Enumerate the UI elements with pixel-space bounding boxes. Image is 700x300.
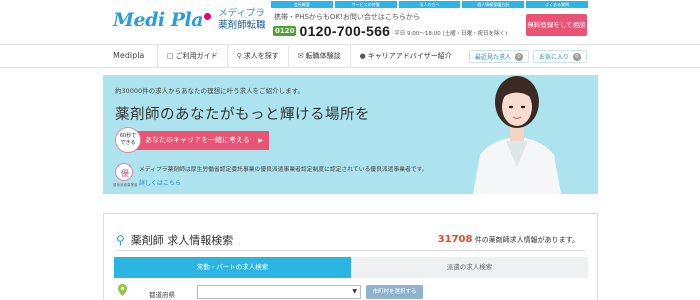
hero-note: 約30000件の求人からあなたの理想に叶う求人をご紹介します。 [115,87,305,95]
person-icon: ● [359,52,366,60]
job-count-number: 31708 [437,234,473,245]
top-nav: 会社概要 サービスの特徴 法人の方へ 個人情報保護方針 よくある質問 [271,1,588,8]
subnav-item-label: 求人を探す [243,52,279,60]
prefecture-select[interactable]: ▼ [197,285,361,299]
badge-line2: できる [120,140,136,146]
pharmacist-photo [462,75,572,194]
sixty-seconds-badge: 60秒で できる [115,127,141,153]
divider [116,250,585,251]
location-pin-icon [118,284,127,296]
certification-details-link[interactable]: 詳しくはこちら [139,178,181,187]
favorites-button[interactable]: お気に入り 0 [532,50,587,63]
logo-sub-line2: 薬剤師転職 [218,20,266,31]
subnav-item-label: キャリアアドバイザー紹介 [367,52,452,60]
subnav-item-stories[interactable]: ✉ 転職体験談 [287,45,350,67]
recent-jobs-button[interactable]: 最近見た求人 0 [468,50,529,63]
phone-row: 0120 0120-700-566 平日 9:00～18:00 (土曜・日曜・祝… [273,23,507,39]
search-title-row: ⚲ 薬剤師 求人情報検索 [116,232,233,248]
tab-dispatch[interactable]: 派遣の求人検索 [351,257,588,278]
subnav-item-label: 転職体験談 [305,52,341,60]
phone-number[interactable]: 0120-700-566 [299,23,390,39]
search-title: 薬剤師 求人情報検索 [130,234,234,247]
freedial-icon: 0120 [273,26,297,36]
magnifier-icon: ⚲ [116,233,125,247]
badge-line1: 60秒で [119,133,137,139]
subnav-item-guide[interactable]: □ ご利用ガイド [157,45,227,67]
top-nav-faq[interactable]: よくある質問 [526,1,588,8]
job-count: 31708 件の薬剤師求人情報があります。 [438,234,579,245]
subnav-item-label: ご利用ガイド [175,52,218,60]
tab-fulltime-parttime[interactable]: 常勤・パートの求人検索 [114,257,351,278]
subnav-right: 最近見た求人 0 お気に入り 0 [468,50,587,63]
chat-icon: ✉ [297,52,304,60]
top-nav-company[interactable]: 会社概要 [271,1,333,8]
logo-wordmark: Medi Pla [113,9,204,31]
sub-nav: Medipla □ ご利用ガイド ⚲ 求人を探す ✉ 転職体験談 ● キャリアア… [0,44,700,68]
phone-note: 携帯・PHSからもOK!お問い合せはこちらから [274,13,420,21]
favorites-count: 0 [573,52,581,61]
top-nav-privacy[interactable]: 個人情報保護方針 [462,1,525,8]
site-header: Medi Pla メディプラ 薬剤師転職 会社概要 サービスの特徴 法人の方へ … [0,0,700,51]
logo-subtitle: メディプラ 薬剤師転職 [218,8,266,32]
certification-text: メディプラ薬剤師は厚生労働省認定委託事業の優良派遣事業者認定制度に認定されている… [139,167,428,173]
career-consult-button[interactable]: あなたのキャリアを一緒に考える ▶ [133,131,269,150]
top-nav-features[interactable]: サービスの特徴 [334,1,397,8]
prefecture-label: 都道府県 [149,291,175,299]
subnav-item-advisors[interactable]: ● キャリアアドバイザー紹介 [349,45,461,67]
arrow-right-icon: ▶ [258,137,263,144]
select-municipality-button[interactable]: 市町村を選択する [366,285,423,299]
subnav-brand[interactable]: Medipla [113,51,144,60]
recent-jobs-count: 0 [514,52,523,61]
site-logo[interactable]: Medi Pla メディプラ 薬剤師転職 [113,8,266,32]
phone-hours: 平日 9:00～18:00 (土曜・日曜・祝日を除く) [394,30,508,37]
job-count-suffix: 件の薬剤師求人情報があります。 [474,236,579,244]
subnav-items: □ ご利用ガイド ⚲ 求人を探す ✉ 転職体験談 ● キャリアアドバイザー紹介 [157,45,461,67]
free-register-button[interactable]: 無料登録をして相談する [526,14,587,51]
career-consult-label: あなたのキャリアを一緒に考える [145,136,250,144]
hero-banner: 約30000件の求人からあなたの理想に叶う求人をご紹介します。 薬剤師のあなたが… [103,75,598,194]
logo-dot-icon [204,12,212,20]
chevron-down-icon: ▼ [352,288,357,295]
top-nav-corporate[interactable]: 法人の方へ [398,1,461,8]
certification-caption: 優良派遣事業者 [113,183,138,187]
job-search-panel: ⚲ 薬剤師 求人情報検索 31708 件の薬剤師求人情報があります。 常勤・パー… [103,213,598,300]
favorites-label: お気に入り [538,54,569,61]
subnav-item-search[interactable]: ⚲ 求人を探す [226,45,288,67]
search-icon: ⚲ [236,52,242,60]
certification-badge-icon: 優 [115,163,133,181]
hero-headline: 薬剤師のあなたがもっと輝ける場所を [115,107,370,123]
logo-sub-line1: メディプラ [218,8,265,19]
svg-text:優: 優 [121,168,129,178]
search-tabs: 常勤・パートの求人検索 派遣の求人検索 [114,257,588,278]
book-icon: □ [167,52,174,60]
recent-jobs-label: 最近見た求人 [474,54,511,61]
